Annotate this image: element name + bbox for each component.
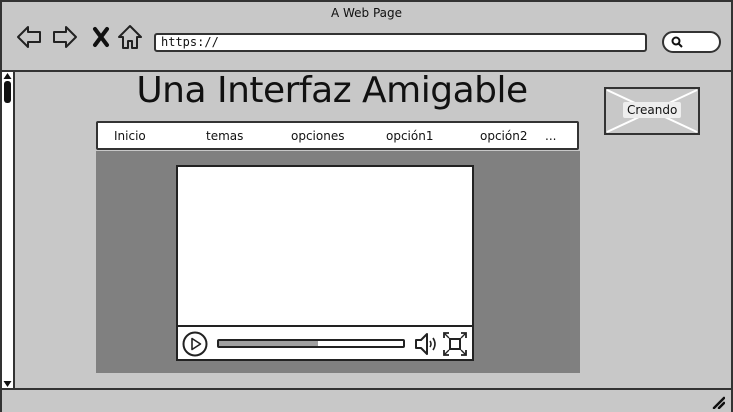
nav-item-opciones[interactable]: opciones [291, 129, 344, 143]
video-controls [178, 325, 472, 359]
status-bar [2, 388, 731, 412]
play-icon[interactable] [182, 331, 208, 357]
nav-item-opcion1[interactable]: opción1 [386, 129, 433, 143]
image-placeholder-label: Creando [623, 102, 682, 118]
video-progress-fill [219, 341, 319, 346]
back-button[interactable] [15, 22, 43, 52]
stop-button[interactable] [87, 22, 115, 52]
scroll-down-icon[interactable] [3, 380, 12, 388]
page-title: Una Interfaz Amigable [136, 70, 528, 111]
arrow-left-icon [17, 26, 41, 48]
vertical-scrollbar[interactable] [2, 72, 15, 388]
volume-icon[interactable] [413, 331, 441, 357]
video-player[interactable] [176, 165, 474, 361]
fullscreen-icon[interactable] [443, 332, 467, 356]
url-bar[interactable]: https:// [154, 33, 647, 52]
scroll-thumb[interactable] [4, 81, 11, 103]
search-field[interactable] [662, 31, 721, 53]
arrow-right-icon [53, 26, 77, 48]
content-panel [96, 151, 580, 373]
home-icon [118, 25, 142, 49]
search-icon [671, 36, 683, 48]
main-navigation: Inicio temas opciones opción1 opción2 ..… [96, 121, 579, 150]
browser-window: A Web Page https:// Una Interfaz Amigabl… [0, 0, 733, 412]
close-icon [93, 27, 109, 47]
home-button[interactable] [116, 22, 144, 52]
resize-grip-icon[interactable] [711, 395, 725, 409]
window-title: A Web Page [330, 6, 403, 20]
image-placeholder: Creando [604, 87, 700, 135]
nav-item-temas[interactable]: temas [206, 129, 243, 143]
scroll-up-icon[interactable] [3, 72, 12, 80]
nav-item-more[interactable]: ... [545, 129, 556, 143]
forward-button[interactable] [51, 22, 79, 52]
nav-item-inicio[interactable]: Inicio [114, 129, 146, 143]
nav-item-opcion2[interactable]: opción2 [480, 129, 527, 143]
video-progress-bar[interactable] [217, 339, 405, 348]
browser-toolbar: A Web Page https:// [2, 2, 731, 72]
